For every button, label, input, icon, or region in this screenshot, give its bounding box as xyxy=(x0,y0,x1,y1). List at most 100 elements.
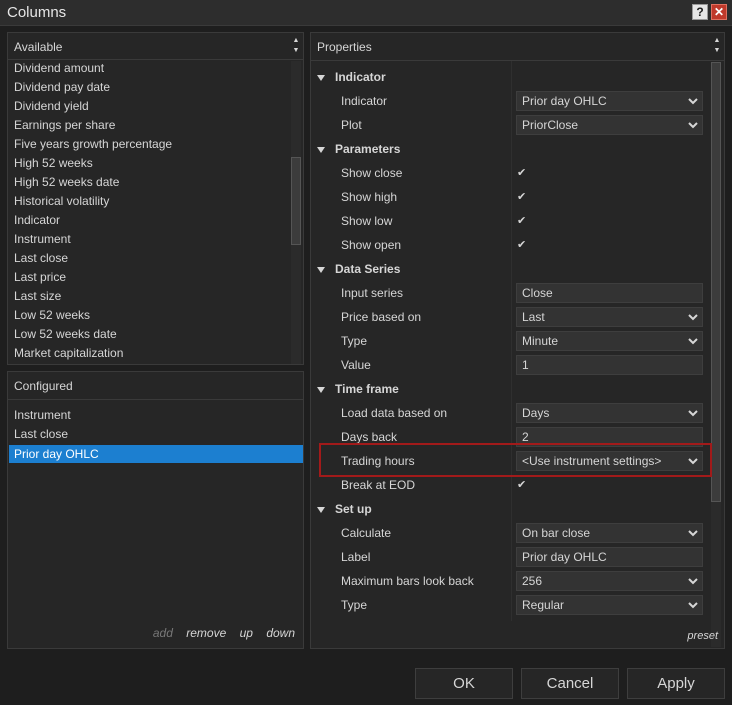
input-series-field[interactable]: Close xyxy=(516,283,703,303)
collapse-icon xyxy=(317,74,325,81)
available-item[interactable]: High 52 weeks date xyxy=(14,173,119,192)
max-bars-look-back-select[interactable]: 256 xyxy=(516,571,703,591)
price-based-on-value: Last xyxy=(522,310,545,324)
type-select[interactable]: Minute xyxy=(516,331,703,351)
chevron-down-icon xyxy=(688,122,698,129)
prop-label-value: Value xyxy=(341,358,371,372)
price-based-on-select[interactable]: Last xyxy=(516,307,703,327)
configured-item-selected[interactable]: Prior day OHLC xyxy=(9,445,303,463)
calculate-value: On bar close xyxy=(522,526,591,540)
category-parameters[interactable]: Parameters xyxy=(317,137,400,161)
trading-hours-highlight xyxy=(319,443,712,477)
available-scroll-thumb[interactable] xyxy=(291,157,301,245)
available-item[interactable]: High 52 weeks xyxy=(14,154,93,173)
available-item[interactable]: Last size xyxy=(14,287,61,306)
properties-header-label: Properties xyxy=(317,40,372,54)
down-link[interactable]: down xyxy=(266,626,295,640)
close-button[interactable]: ✕ xyxy=(711,4,727,20)
plot-value: PriorClose xyxy=(522,118,579,132)
prop-label-type: Type xyxy=(341,334,368,348)
cancel-button[interactable]: Cancel xyxy=(521,668,619,699)
category-time-frame[interactable]: Time frame xyxy=(317,377,399,401)
up-link[interactable]: up xyxy=(240,626,253,640)
configured-item-selected-label: Prior day OHLC xyxy=(14,447,99,461)
configured-item[interactable]: Last close xyxy=(14,425,68,444)
plot-select[interactable]: PriorClose xyxy=(516,115,703,135)
available-item[interactable]: Market capitalization xyxy=(14,344,123,363)
input-series-value: Close xyxy=(522,286,553,300)
available-item[interactable]: Dividend amount xyxy=(14,59,104,78)
available-item[interactable]: Earnings per share xyxy=(14,116,115,135)
category-time-frame-label: Time frame xyxy=(335,382,399,396)
column-divider xyxy=(511,61,512,621)
type-value: Minute xyxy=(522,334,559,348)
available-panel: Available ▲ ▼ Dividend amount Dividend pa… xyxy=(7,32,304,365)
properties-scroll-thumb[interactable] xyxy=(711,62,721,502)
remove-link[interactable]: remove xyxy=(186,626,226,640)
chevron-down-icon xyxy=(688,530,698,537)
window-title: Columns xyxy=(7,4,67,21)
load-data-based-on-value: Days xyxy=(522,406,550,420)
prop-label-max-bars-look-back: Maximum bars look back xyxy=(341,574,474,588)
show-close-checkbox[interactable]: ✔ xyxy=(517,164,527,182)
available-item[interactable]: Low 52 weeks xyxy=(14,306,90,325)
category-data-series[interactable]: Data Series xyxy=(317,257,400,281)
prop-label-show-high: Show high xyxy=(341,190,398,204)
available-item[interactable]: Last price xyxy=(14,268,66,287)
available-item[interactable]: Low 52 weeks date xyxy=(14,325,117,344)
properties-sort-spinner[interactable]: ▲ ▼ xyxy=(712,36,722,56)
setup-type-select[interactable]: Regular xyxy=(516,595,703,615)
prop-label-label: Label xyxy=(341,550,371,564)
configured-actions: add remove up down xyxy=(143,626,295,640)
properties-scrollbar[interactable] xyxy=(711,62,721,647)
prop-label-indicator: Indicator xyxy=(341,94,388,108)
available-item[interactable]: Dividend yield xyxy=(14,97,89,116)
preset-link[interactable]: preset xyxy=(687,630,718,642)
show-low-checkbox[interactable]: ✔ xyxy=(517,212,527,230)
configured-header: Configured xyxy=(8,372,303,400)
configured-item[interactable]: Instrument xyxy=(14,406,71,425)
collapse-icon xyxy=(317,506,325,513)
ok-button[interactable]: OK xyxy=(415,668,513,699)
prop-label-show-open: Show open xyxy=(341,238,402,252)
indicator-value: Prior day OHLC xyxy=(522,94,607,108)
setup-type-value: Regular xyxy=(522,598,565,612)
category-parameters-label: Parameters xyxy=(335,142,401,156)
available-header-label: Available xyxy=(14,40,63,54)
apply-button[interactable]: Apply xyxy=(627,668,725,699)
available-item[interactable]: Last close xyxy=(14,249,68,268)
available-scrollbar[interactable] xyxy=(291,61,301,364)
properties-panel: Properties ▲ ▼ Indicator Indicator Prior … xyxy=(310,32,725,649)
help-button[interactable]: ? xyxy=(692,4,708,20)
chevron-down-icon xyxy=(688,98,698,105)
value-field[interactable]: 1 xyxy=(516,355,703,375)
title-bar: Columns ? ✕ xyxy=(0,0,732,26)
available-item[interactable]: Five years growth percentage xyxy=(14,135,172,154)
show-open-checkbox[interactable]: ✔ xyxy=(517,236,527,254)
category-indicator[interactable]: Indicator xyxy=(317,65,386,89)
add-link[interactable]: add xyxy=(153,626,173,640)
collapse-icon xyxy=(317,266,325,273)
days-back-value: 2 xyxy=(522,430,529,444)
available-item[interactable]: Historical volatility xyxy=(14,192,109,211)
category-data-series-label: Data Series xyxy=(335,262,401,276)
available-item[interactable]: Dividend pay date xyxy=(14,78,110,97)
available-item[interactable]: Indicator xyxy=(14,211,60,230)
prop-label-plot: Plot xyxy=(341,118,362,132)
label-field[interactable]: Prior day OHLC xyxy=(516,547,703,567)
category-set-up[interactable]: Set up xyxy=(317,497,372,521)
available-sort-spinner[interactable]: ▲ ▼ xyxy=(291,36,301,56)
prop-label-show-close: Show close xyxy=(341,166,403,180)
chevron-down-icon xyxy=(688,578,698,585)
indicator-select[interactable]: Prior day OHLC xyxy=(516,91,703,111)
prop-label-price-based-on: Price based on xyxy=(341,310,422,324)
available-item[interactable]: Instrument xyxy=(14,230,71,249)
break-at-eod-checkbox[interactable]: ✔ xyxy=(517,476,527,494)
chevron-down-icon xyxy=(688,314,698,321)
value-value: 1 xyxy=(522,358,529,372)
calculate-select[interactable]: On bar close xyxy=(516,523,703,543)
show-high-checkbox[interactable]: ✔ xyxy=(517,188,527,206)
load-data-based-on-select[interactable]: Days xyxy=(516,403,703,423)
collapse-icon xyxy=(317,146,325,153)
configured-header-label: Configured xyxy=(14,379,73,393)
